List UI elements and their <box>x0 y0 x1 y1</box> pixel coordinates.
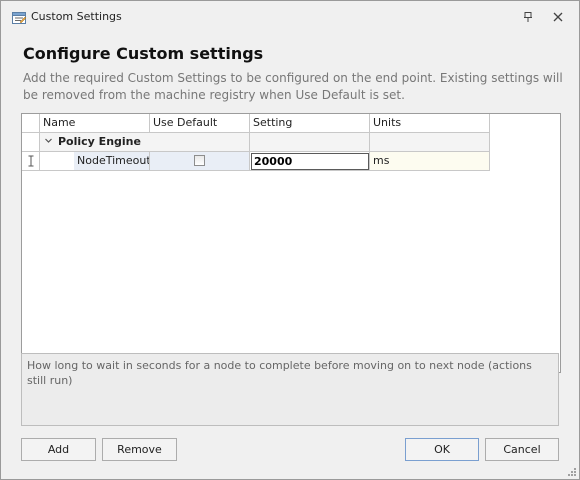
help-text-box: How long to wait in seconds for a node t… <box>21 353 559 426</box>
window-title: Custom Settings <box>31 10 122 23</box>
units-cell: ms <box>370 152 490 171</box>
group-empty-cell <box>370 133 490 152</box>
page-title: Configure Custom settings <box>23 44 264 63</box>
description-text: Add the required Custom Settings to be c… <box>23 71 563 102</box>
add-button[interactable]: Add <box>21 438 96 461</box>
pin-icon[interactable] <box>519 9 537 25</box>
chevron-down-icon[interactable] <box>44 133 58 151</box>
column-header-setting[interactable]: Setting <box>250 114 370 133</box>
group-empty-cell <box>250 133 370 152</box>
table-row[interactable]: NodeTimeout ms <box>22 152 490 171</box>
title-bar: Custom Settings <box>1 1 579 34</box>
row-indent-cell <box>40 152 74 171</box>
setting-value-input[interactable] <box>251 153 369 170</box>
close-icon[interactable] <box>549 9 567 25</box>
settings-window-icon <box>11 10 27 26</box>
group-indicator-cell <box>22 133 40 152</box>
group-label-cell: Policy Engine <box>40 133 150 152</box>
header-indicator-cell <box>22 114 40 133</box>
group-empty-cell <box>150 133 250 152</box>
custom-settings-window: Custom Settings Configure Custom setting… <box>0 0 580 480</box>
column-header-units[interactable]: Units <box>370 114 490 133</box>
text-cursor-icon <box>22 152 40 171</box>
use-default-checkbox[interactable] <box>194 155 205 166</box>
group-label: Policy Engine <box>58 135 141 148</box>
setting-value-cell <box>250 152 370 171</box>
remove-button[interactable]: Remove <box>102 438 177 461</box>
grid-header: Name Use Default Setting Units <box>22 114 490 133</box>
resize-grip-icon[interactable] <box>567 467 577 477</box>
settings-grid[interactable]: Name Use Default Setting Units Policy En… <box>21 113 561 373</box>
column-header-name[interactable]: Name <box>40 114 150 133</box>
dialog-content: Configure Custom settings Add the requir… <box>1 34 579 479</box>
column-header-use-default[interactable]: Use Default <box>150 114 250 133</box>
cancel-button[interactable]: Cancel <box>485 438 559 461</box>
group-row-policy-engine[interactable]: Policy Engine <box>22 133 490 152</box>
ok-button[interactable]: OK <box>405 438 479 461</box>
use-default-cell <box>150 152 250 171</box>
setting-name-cell: NodeTimeout <box>74 152 150 171</box>
